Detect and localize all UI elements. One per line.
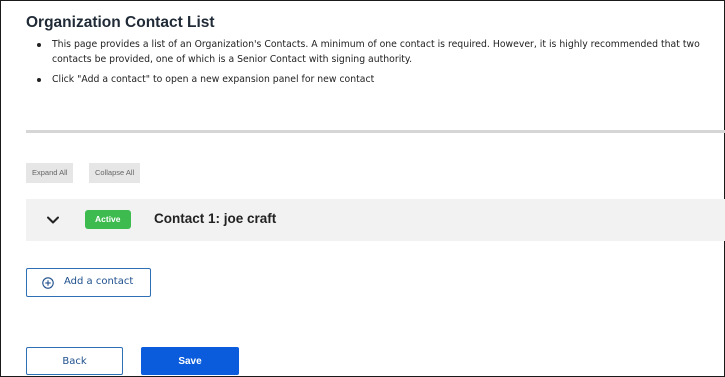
instruction-item: This page provides a list of an Organiza… <box>26 38 725 67</box>
contact-expansion-panel[interactable]: Active Contact 1: joe craft <box>26 199 725 241</box>
bullet-icon <box>37 78 41 82</box>
back-button[interactable]: Back <box>26 347 123 375</box>
instructions-list: This page provides a list of an Organiza… <box>26 38 725 94</box>
add-contact-button[interactable]: Add a contact <box>26 268 151 297</box>
instruction-item: Click "Add a contact" to open a new expa… <box>26 73 725 88</box>
save-button[interactable]: Save <box>141 347 239 375</box>
contact-title: Contact 1: joe craft <box>154 211 277 226</box>
collapse-all-button[interactable]: Collapse All <box>89 163 141 183</box>
bullet-icon <box>37 43 41 47</box>
instruction-text: This page provides a list of an Organiza… <box>52 39 700 65</box>
plus-circle-icon <box>42 277 54 289</box>
expand-all-button[interactable]: Expand All <box>26 163 74 183</box>
instruction-text: Click "Add a contact" to open a new expa… <box>52 74 375 85</box>
add-contact-label: Add a contact <box>64 276 134 287</box>
chevron-down-icon[interactable] <box>46 213 60 227</box>
section-divider <box>26 130 725 133</box>
page-frame: Organization Contact List This page prov… <box>0 0 725 377</box>
page-title: Organization Contact List <box>26 14 215 31</box>
status-badge: Active <box>85 210 131 229</box>
